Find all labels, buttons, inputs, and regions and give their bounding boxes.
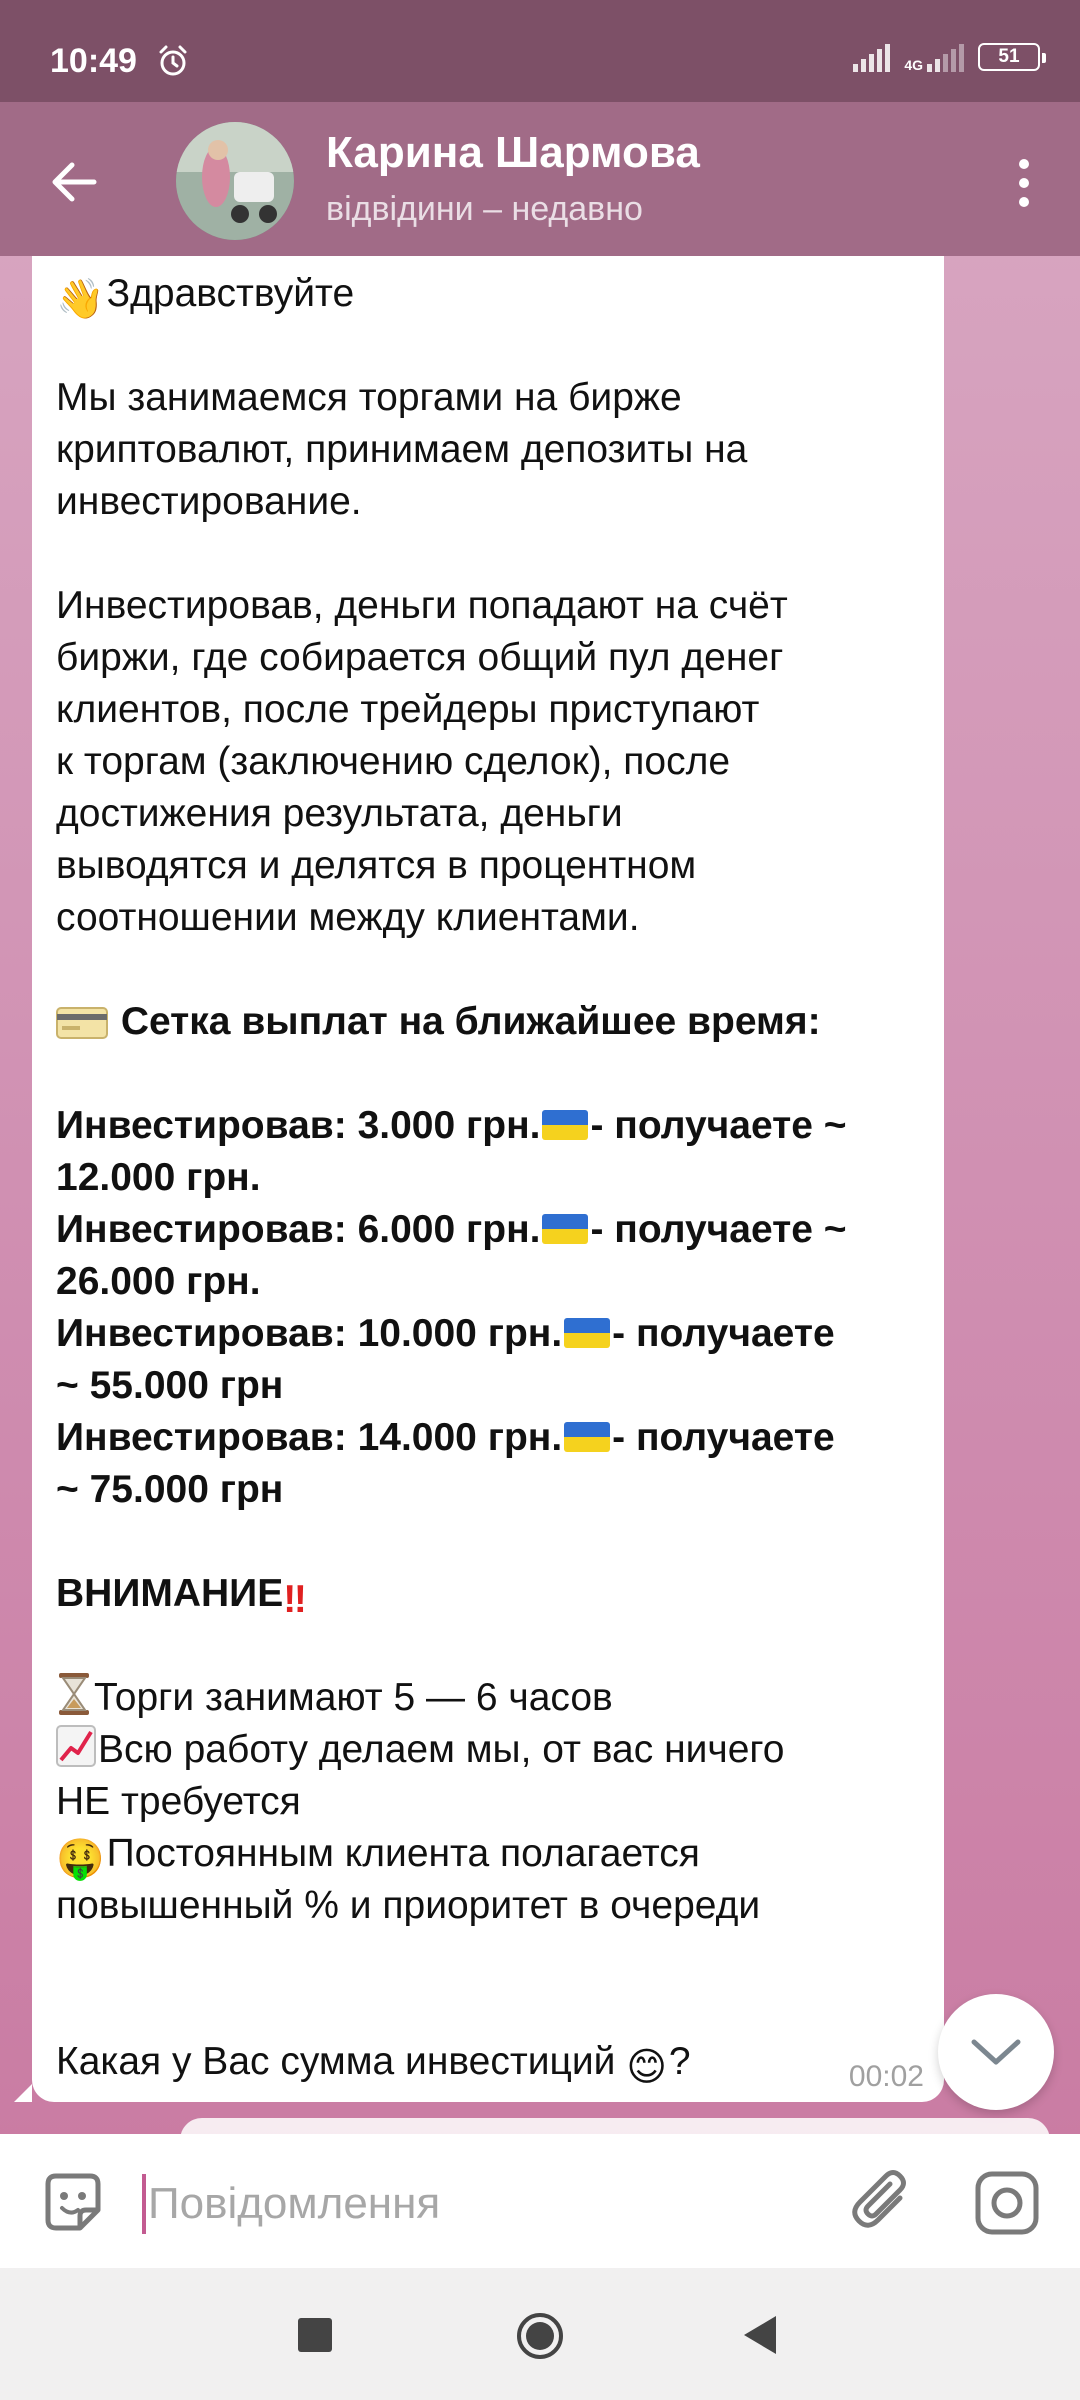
text-line: Мы занимаемся торгами на бирже — [56, 376, 682, 419]
camera-icon[interactable] — [974, 2170, 1040, 2236]
hourglass-icon — [59, 1673, 89, 1715]
text-line: клиентов, после трейдеры приступают — [56, 688, 760, 731]
message-time: 00:02 — [848, 2060, 924, 2093]
sticker-icon[interactable] — [40, 2170, 106, 2236]
money-mouth-face-icon: 🤑 — [56, 1838, 105, 1881]
text-line: достижения результата, деньги — [56, 792, 623, 835]
payout-row-amount: ~ 55.000 грн — [56, 1364, 284, 1407]
text-line: соотношении между клиентами. — [56, 896, 640, 939]
paperclip-icon[interactable] — [850, 2168, 916, 2234]
payout-row: Инвестировав: 14.000 грн. - получаете — [56, 1416, 835, 1459]
ukraine-flag-icon — [542, 1110, 589, 1140]
bullet-line: 🤑Постоянным клиента полагается — [56, 1828, 928, 1881]
bullet-line-cont: НЕ требуется — [56, 1780, 301, 1823]
signal-icon — [853, 42, 891, 72]
double-exclamation-icon: ‼ — [283, 1578, 307, 1621]
bullet-line: Всю работу делаем мы, от вас ничего — [56, 1724, 928, 1776]
home-icon[interactable] — [516, 2312, 564, 2360]
last-seen-status: відвідини – недавно — [326, 190, 643, 228]
payout-row-amount: 12.000 грн. — [56, 1156, 261, 1199]
payout-grid-title: Сетка выплат на ближайшее время: — [56, 996, 928, 1048]
ukraine-flag-icon — [542, 1214, 589, 1244]
payout-row-amount: 26.000 грн. — [56, 1260, 261, 1303]
payout-row: Инвестировав: 3.000 грн. - получаете ~ — [56, 1104, 847, 1147]
back-triangle-icon[interactable] — [738, 2312, 782, 2358]
system-nav-bar — [0, 2268, 1080, 2400]
text-line: Инвестировав, деньги попадают на счёт — [56, 584, 788, 627]
avatar[interactable] — [176, 122, 294, 240]
question-line: Какая у Вас сумма инвестиций 😊? — [56, 2036, 928, 2089]
ukraine-flag-icon — [564, 1318, 611, 1348]
chat-header: Карина Шармова відвідини – недавно — [0, 102, 1080, 256]
payout-row: Инвестировав: 10.000 грн. - получаете — [56, 1312, 835, 1355]
status-bar: 10:49 4G 51 — [0, 0, 1080, 102]
text-line: инвестирование. — [56, 480, 362, 523]
ukraine-flag-icon — [564, 1422, 611, 1452]
signal-icon-2 — [927, 42, 964, 72]
chart-increasing-icon — [56, 1725, 96, 1767]
arrow-left-icon[interactable] — [44, 152, 104, 212]
message-input-bar — [0, 2134, 1080, 2268]
payout-row: Инвестировав: 6.000 грн. - получаете ~ — [56, 1208, 847, 1251]
greeting-line: 👋Здравствуйте — [56, 268, 928, 321]
bullet-line: Торги занимают 5 — 6 часов — [56, 1672, 928, 1724]
chevron-down-icon — [971, 2039, 1021, 2065]
contact-name[interactable]: Карина Шармова — [326, 128, 700, 178]
vertical-dots-icon[interactable] — [994, 148, 1054, 218]
bullet-line-cont: повышенный % и приоритет в очереди — [56, 1884, 761, 1927]
battery-icon: 51 — [978, 43, 1046, 71]
message-text: 👋Здравствуйте Мы занимаемся торгами на б… — [56, 268, 928, 2089]
recent-apps-icon[interactable] — [298, 2318, 332, 2352]
text-line: к торгам (заключению сделок), после — [56, 740, 731, 783]
waving-hand-icon: 👋 — [56, 278, 105, 321]
message-input[interactable] — [140, 2164, 820, 2244]
scroll-down-button[interactable] — [938, 1994, 1054, 2110]
alarm-icon — [159, 45, 187, 76]
message-bubble[interactable]: 👋Здравствуйте Мы занимаемся торгами на б… — [14, 256, 944, 2102]
credit-card-icon — [56, 1007, 108, 1039]
text-line: биржи, где собирается общий пул денег — [56, 636, 784, 679]
smiling-face-icon: 😊 — [626, 2046, 667, 2089]
payout-row-amount: ~ 75.000 грн — [56, 1468, 284, 1511]
network-type: 4G — [904, 57, 923, 73]
attention-line: ВНИМАНИЕ‼ — [56, 1568, 928, 1621]
text-line: криптовалют, принимаем депозиты на — [56, 428, 748, 471]
text-line: выводятся и делятся в процентном — [56, 844, 697, 887]
status-time: 10:49 — [50, 42, 137, 80]
battery-level: 51 — [998, 46, 1020, 67]
